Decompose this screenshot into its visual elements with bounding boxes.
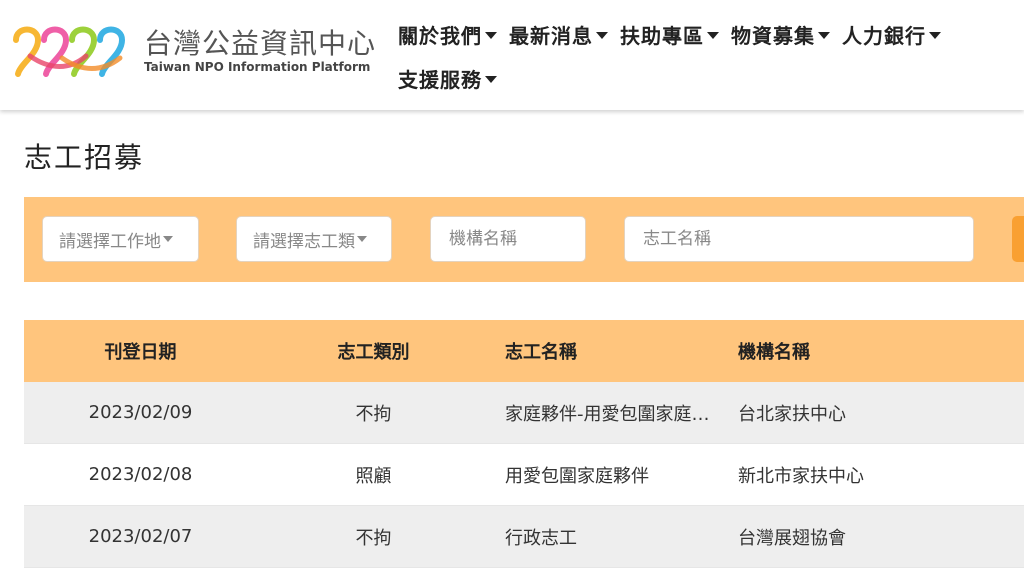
work-location-select[interactable]: 請選擇工作地 — [42, 216, 199, 262]
volunteer-name-input[interactable] — [641, 228, 973, 250]
org-name-field[interactable] — [430, 216, 586, 262]
volunteer-table: 刊登日期 志工類別 志工名稱 機構名稱 2023/02/09 不拘 家庭夥伴-用… — [24, 320, 1024, 568]
page-title: 志工招募 — [24, 141, 145, 174]
table-row[interactable]: 2023/02/07 不拘 行政志工 台灣展翅協會 — [24, 506, 1024, 568]
org-name-input[interactable] — [447, 228, 585, 250]
caret-down-icon — [163, 236, 173, 242]
cell-type: 照顧 — [355, 465, 392, 487]
col-header-date[interactable]: 刊登日期 — [24, 338, 257, 364]
volunteer-type-select-value: 請選擇志工類 — [253, 231, 355, 252]
filter-bar: 請選擇工作地 請選擇志工類 — [24, 197, 1024, 282]
nav-item-label: 關於我們 — [398, 23, 482, 48]
logo-title-en: Taiwan NPO Information Platform — [144, 60, 371, 74]
cell-name[interactable]: 用愛包圍家庭夥伴 — [490, 462, 722, 488]
table-row[interactable]: 2023/02/08 照顧 用愛包圍家庭夥伴 新北市家扶中心 — [24, 444, 1024, 506]
cell-org[interactable]: 台北家扶中心 — [722, 400, 1022, 426]
col-header-org[interactable]: 機構名稱 — [722, 338, 1022, 364]
nav-item-assistance[interactable]: 扶助專區 — [620, 20, 719, 49]
work-location-select-value: 請選擇工作地 — [59, 231, 161, 252]
col-header-name[interactable]: 志工名稱 — [490, 338, 722, 364]
caret-down-icon — [707, 31, 719, 39]
cell-type: 不拘 — [355, 403, 392, 425]
cell-date: 2023/02/08 — [88, 464, 193, 485]
cell-org[interactable]: 台灣展翅協會 — [722, 524, 1022, 550]
nav-row-2: 支援服務 — [398, 58, 1024, 98]
nav-item-label: 支援服務 — [398, 67, 482, 92]
main-nav: 關於我們 最新消息 扶助專區 物資募集 人力銀行 支援服務 — [398, 14, 1024, 102]
site-logo[interactable]: 台灣公益資訊中心 Taiwan NPO Information Platform — [10, 16, 375, 78]
nav-item-news[interactable]: 最新消息 — [509, 20, 608, 49]
cell-type: 不拘 — [355, 527, 392, 549]
site-header: 台灣公益資訊中心 Taiwan NPO Information Platform… — [0, 0, 1024, 110]
nav-row-1: 關於我們 最新消息 扶助專區 物資募集 人力銀行 — [398, 14, 1024, 54]
nav-item-label: 最新消息 — [509, 23, 593, 48]
nav-item-label: 扶助專區 — [620, 23, 704, 48]
caret-down-icon — [485, 75, 497, 83]
table-row[interactable]: 2023/02/09 不拘 家庭夥伴-用愛包圍家庭夥伴 台北家扶中心 — [24, 382, 1024, 444]
caret-down-icon — [596, 31, 608, 39]
nav-item-hr-bank[interactable]: 人力銀行 — [842, 20, 941, 49]
caret-down-icon — [357, 236, 367, 242]
cell-date: 2023/02/09 — [88, 402, 193, 423]
nav-item-label: 物資募集 — [731, 23, 815, 48]
table-header: 刊登日期 志工類別 志工名稱 機構名稱 — [24, 320, 1024, 382]
nav-item-donations[interactable]: 物資募集 — [731, 20, 830, 49]
nav-item-about[interactable]: 關於我們 — [398, 20, 497, 49]
col-header-type[interactable]: 志工類別 — [257, 338, 490, 364]
nav-item-support[interactable]: 支援服務 — [398, 64, 497, 93]
cell-name[interactable]: 家庭夥伴-用愛包圍家庭夥伴 — [490, 400, 722, 426]
nav-item-label: 人力銀行 — [842, 23, 926, 48]
caret-down-icon — [818, 31, 830, 39]
cell-date: 2023/02/07 — [88, 526, 193, 547]
logo-title-cn: 台灣公益資訊中心 — [144, 27, 377, 60]
caret-down-icon — [929, 31, 941, 39]
volunteer-name-field[interactable] — [624, 216, 974, 262]
cell-org[interactable]: 新北市家扶中心 — [722, 462, 1022, 488]
cell-name[interactable]: 行政志工 — [490, 524, 722, 550]
logo-hearts-icon — [13, 26, 126, 77]
volunteer-type-select[interactable]: 請選擇志工類 — [236, 216, 392, 262]
caret-down-icon — [485, 31, 497, 39]
search-button[interactable] — [1012, 216, 1024, 262]
